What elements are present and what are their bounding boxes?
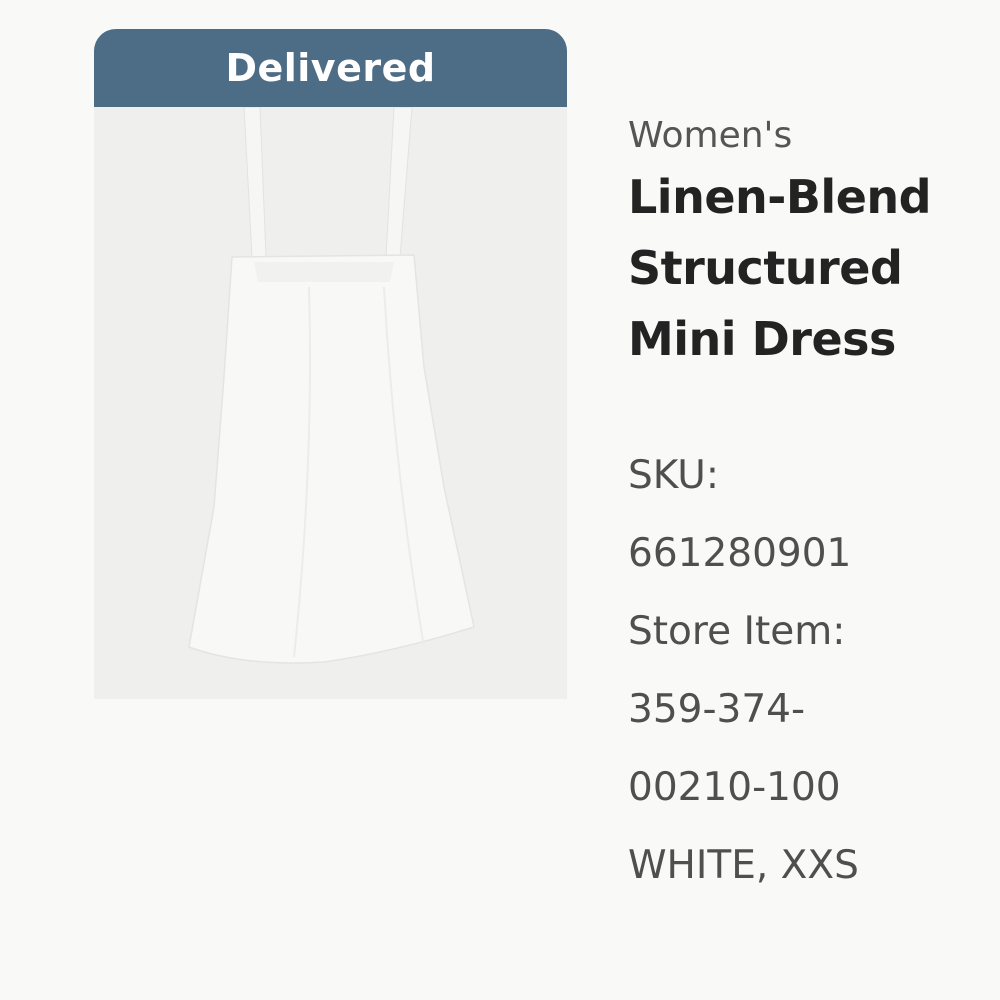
order-item-page: Delivered Women's Linen-Blend Structured… [0,0,1000,1000]
product-meta: SKU: 661280901 Store Item: 359-374- 0021… [628,437,988,905]
store-item-value-line2: 00210-100 [628,765,841,810]
status-badge: Delivered [94,29,567,107]
product-card[interactable]: Delivered [94,29,567,699]
product-category: Women's [628,115,793,156]
variant-info: WHITE, XXS [628,843,859,888]
white-dress-icon [188,107,475,664]
status-label: Delivered [225,46,436,90]
product-title[interactable]: Linen-Blend Structured Mini Dress [628,162,988,375]
store-item-value-line1: 359-374- [628,687,806,732]
sku-value: 661280901 [628,531,852,576]
product-details: Women's Linen-Blend Structured Mini Dres… [628,110,988,905]
product-title-line: Structured [628,241,903,295]
product-image[interactable] [94,107,567,699]
product-title-line: Linen-Blend [628,170,932,224]
sku-label: SKU: [628,453,719,498]
product-title-line: Mini Dress [628,312,896,366]
store-item-label: Store Item: [628,609,846,654]
